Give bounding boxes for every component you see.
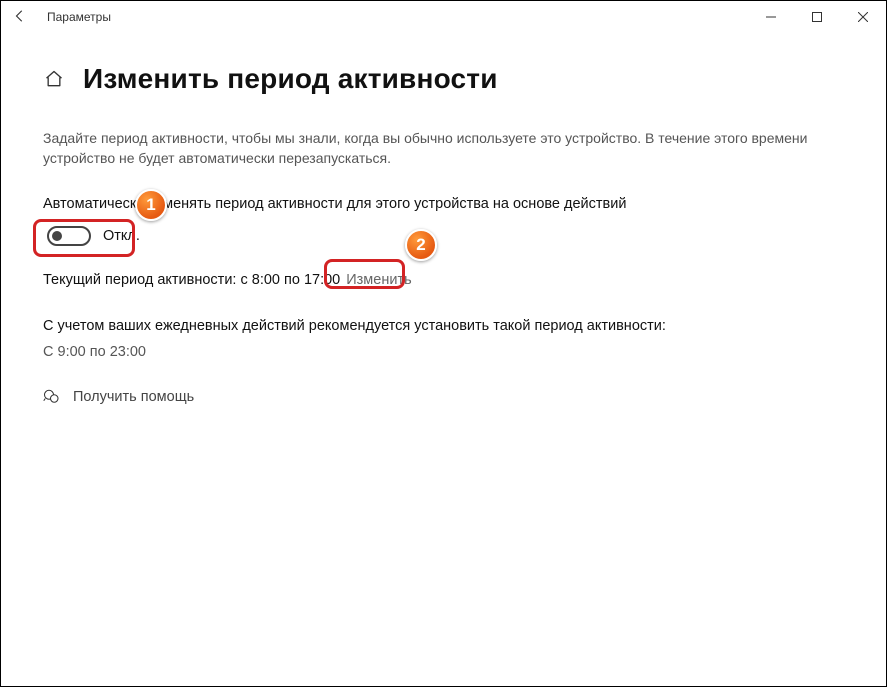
current-active-hours-row: Текущий период активности: с 8:00 по 17:… — [43, 270, 844, 290]
page-title: Изменить период активности — [83, 63, 498, 95]
close-button[interactable] — [840, 1, 886, 33]
auto-adjust-toggle-state: Откл. — [103, 228, 140, 244]
get-help-label: Получить помощь — [73, 389, 194, 405]
back-arrow-icon[interactable] — [13, 9, 33, 26]
minimize-button[interactable] — [748, 1, 794, 33]
auto-adjust-label: Автоматически изменять период активности… — [43, 196, 844, 212]
maximize-button[interactable] — [794, 1, 840, 33]
auto-adjust-toggle[interactable] — [47, 226, 91, 246]
recommend-value: С 9:00 по 23:00 — [43, 344, 844, 360]
current-active-hours-text: Текущий период активности: с 8:00 по 17:… — [43, 272, 340, 288]
toggle-knob-icon — [52, 231, 62, 241]
change-link[interactable]: Изменить — [340, 270, 417, 290]
home-icon[interactable] — [43, 68, 65, 90]
titlebar: Параметры — [1, 1, 886, 33]
page-description: Задайте период активности, чтобы мы знал… — [43, 129, 823, 168]
window-title: Параметры — [47, 10, 111, 24]
recommend-label: С учетом ваших ежедневных действий реком… — [43, 318, 844, 334]
page-heading: Изменить период активности — [43, 63, 844, 95]
help-icon — [43, 388, 61, 406]
auto-adjust-toggle-row: Откл. — [43, 222, 146, 250]
get-help-link[interactable]: Получить помощь — [43, 388, 844, 406]
window-controls — [748, 1, 886, 33]
content-area: Изменить период активности Задайте перио… — [1, 33, 886, 406]
